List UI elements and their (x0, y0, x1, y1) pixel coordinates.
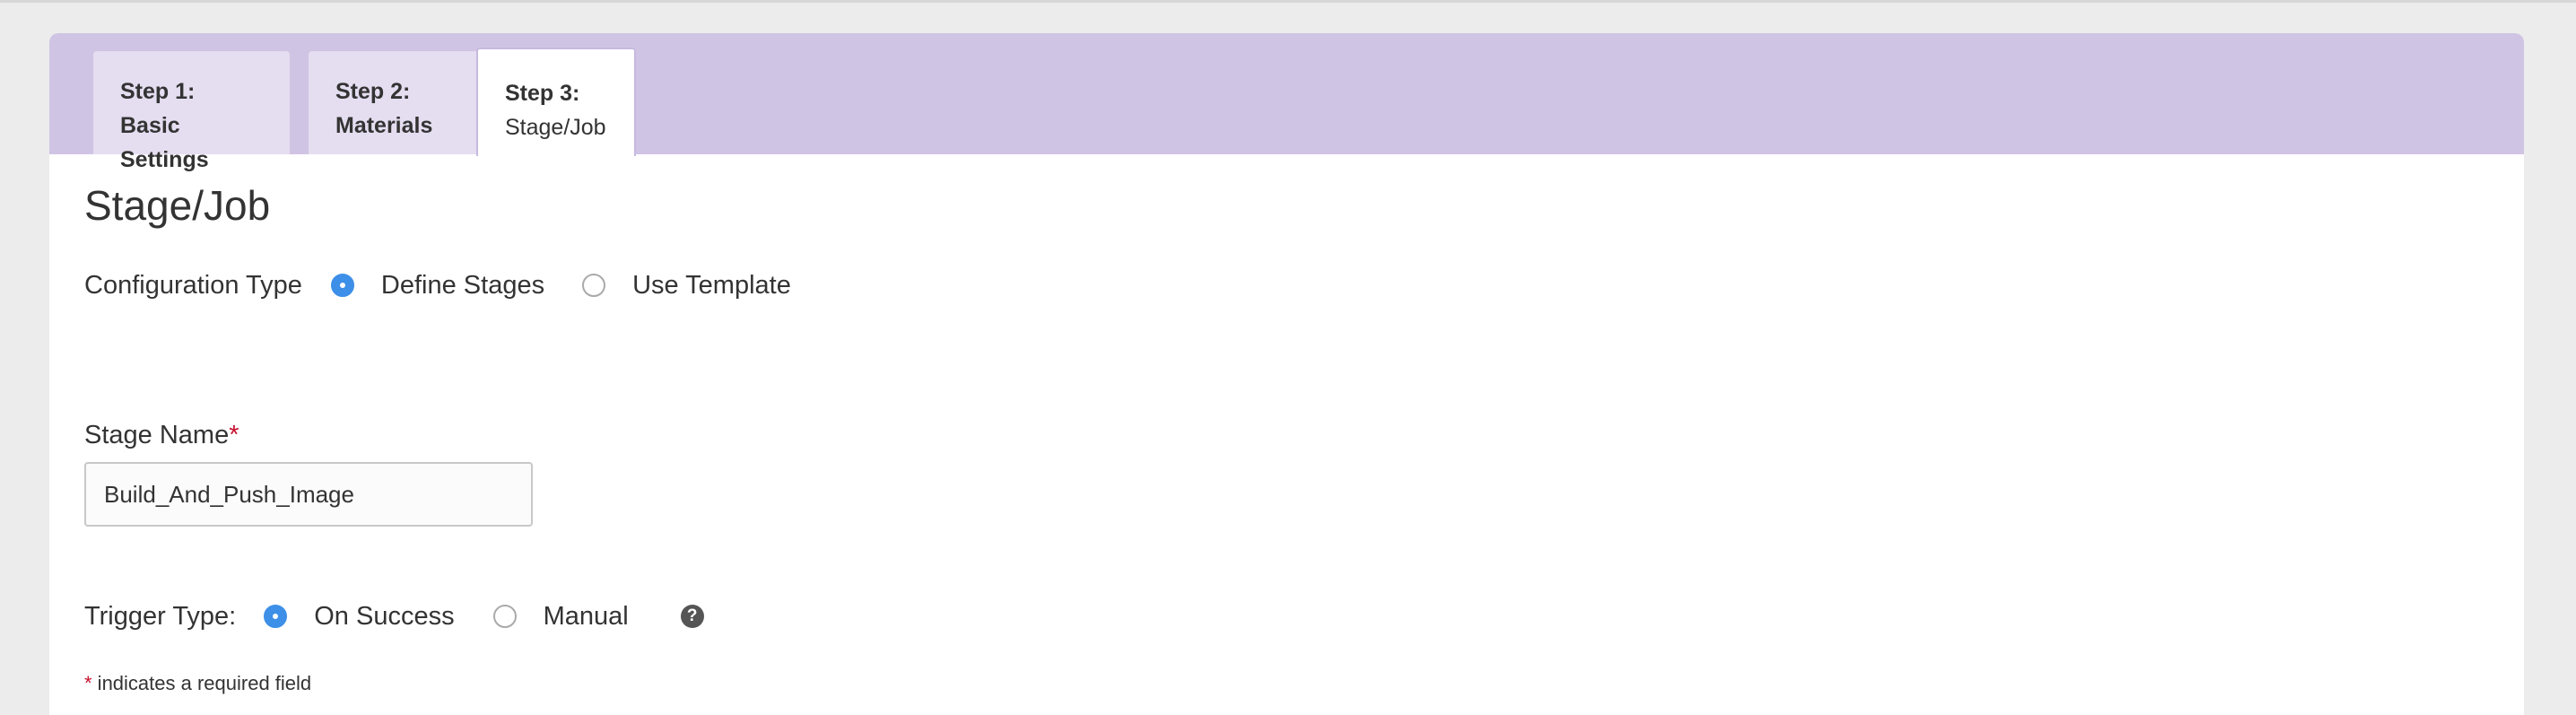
wizard-tab-bar: Step 1: Basic Settings Step 2: Materials… (49, 33, 2524, 172)
trigger-type-label: Trigger Type: (84, 601, 237, 631)
tab-step-label: Step 3: (505, 81, 580, 106)
stage-name-label-text: Stage Name (84, 421, 230, 449)
required-field-note: * indicates a required field (84, 672, 311, 695)
stage-name-label: Stage Name* (84, 421, 239, 450)
help-icon[interactable]: ? (680, 605, 704, 628)
required-marker: * (229, 421, 239, 449)
define-stages-label[interactable]: Define Stages (381, 271, 544, 301)
manual-label[interactable]: Manual (544, 602, 629, 632)
tab-stage-job[interactable]: Step 3: Stage/Job (476, 48, 636, 156)
configuration-type-row: Configuration Type Define Stages Use Tem… (84, 267, 791, 303)
wizard-panel: Step 1: Basic Settings Step 2: Materials… (49, 33, 2524, 715)
on-success-label[interactable]: On Success (314, 602, 454, 632)
tab-name-label: Basic Settings (120, 113, 209, 172)
use-template-radio[interactable] (582, 274, 606, 297)
tab-step-label: Step 2: (335, 79, 411, 104)
stage-name-input[interactable] (84, 462, 533, 527)
tab-step-label: Step 1: (120, 79, 196, 104)
manual-radio[interactable] (492, 605, 517, 628)
tab-name-label: Stage/Job (505, 115, 606, 140)
tab-basic-settings[interactable]: Step 1: Basic Settings (93, 51, 290, 172)
tab-name-label: Materials (335, 113, 433, 138)
use-template-label[interactable]: Use Template (632, 271, 791, 301)
configuration-type-label: Configuration Type (84, 270, 302, 300)
define-stages-radio[interactable] (330, 274, 354, 297)
required-marker: * (84, 672, 92, 694)
on-success-radio[interactable] (264, 605, 288, 628)
page-title: Stage/Job (84, 182, 271, 229)
trigger-type-row: Trigger Type: On Success Manual ? (84, 598, 704, 634)
required-note-text: indicates a required field (91, 672, 312, 694)
top-border (0, 0, 2576, 3)
